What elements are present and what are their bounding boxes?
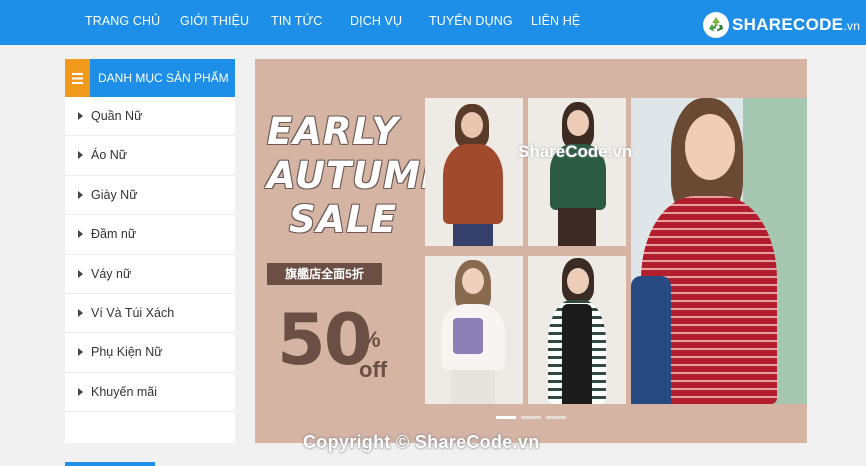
discount-number: 50 <box>277 299 372 381</box>
category-label: Áo Nữ <box>91 148 128 163</box>
category-item-pants[interactable]: Quần Nữ <box>65 97 235 137</box>
banner-heading-line3: SALE <box>289 198 398 241</box>
category-label: Giày Nữ <box>91 187 138 202</box>
category-label: Ví Và Túi Xách <box>91 305 175 320</box>
footer-watermark: Copyright © ShareCode.vn <box>303 432 540 452</box>
nav-careers[interactable]: TUYỂN DỤNG <box>429 14 513 28</box>
nav-contact[interactable]: LIÊN HỆ <box>531 14 580 28</box>
model-photo-white-top <box>425 256 523 404</box>
category-header: DANH MỤC SẢN PHẨM <box>65 59 235 97</box>
category-item-promotions[interactable]: Khuyến mãi <box>65 373 235 413</box>
slider-indicators <box>496 416 566 419</box>
category-item-shoes[interactable]: Giày Nữ <box>65 176 235 216</box>
slide-dot-3[interactable] <box>546 416 566 419</box>
site-logo[interactable]: SHARECODE.vn <box>703 8 863 41</box>
category-item-shirts[interactable]: Áo Nữ <box>65 136 235 176</box>
category-item-accessories[interactable]: Phụ Kiện Nữ <box>65 333 235 373</box>
slide-dot-1[interactable] <box>496 416 516 419</box>
category-label: Quần Nữ <box>91 109 143 123</box>
category-title: DANH MỤC SẢN PHẨM <box>98 71 229 85</box>
recycle-logo-icon <box>703 11 729 38</box>
model-photo-green-top <box>528 98 626 246</box>
category-label: Khuyến mãi <box>91 384 158 399</box>
discount-percent-sign: % <box>361 327 381 352</box>
nav-home[interactable]: TRANG CHỦ <box>85 14 160 28</box>
caret-right-icon <box>78 112 83 120</box>
nav-news[interactable]: TIN TỨC <box>271 14 322 28</box>
category-item-skirts[interactable]: Váy nữ <box>65 255 235 294</box>
model-photo-striped-top <box>528 256 626 404</box>
category-label: Váy nữ <box>91 266 132 281</box>
category-list: Quần Nữ Áo Nữ Giày Nữ Đầm nữ Váy nữ Ví V… <box>65 97 235 413</box>
top-navigation-bar: TRANG CHỦ GIỚI THIỆU TIN TỨC DỊCH VỤ TUY… <box>0 0 866 45</box>
nav-about[interactable]: GIỚI THIỆU <box>180 14 249 28</box>
logo-text: SHARECODE.vn <box>732 14 861 34</box>
list-icon <box>65 59 90 97</box>
category-label: Đầm nữ <box>91 227 137 242</box>
banner-heading-line1: EARLY <box>267 110 400 153</box>
category-item-dresses[interactable]: Đầm nữ <box>65 215 235 255</box>
product-category-sidebar: DANH MỤC SẢN PHẨM Quần Nữ Áo Nữ Giày Nữ … <box>65 59 235 443</box>
banner-store-text: 旗艦店全面5折 <box>267 263 382 285</box>
nav-services[interactable]: DỊCH VỤ <box>350 14 402 28</box>
caret-right-icon <box>78 348 83 357</box>
center-watermark: ShareCode.vn <box>518 142 633 161</box>
caret-right-icon <box>78 308 83 317</box>
category-label: Phụ Kiện Nữ <box>91 345 163 360</box>
category-item-bags[interactable]: Ví Và Túi Xách <box>65 294 235 334</box>
model-photo-rust-top <box>425 98 523 246</box>
promo-banner-slider[interactable]: EARLY AUTUMN SALE 旗艦店全面5折 50 % off <box>255 59 807 443</box>
caret-right-icon <box>78 151 83 160</box>
caret-right-icon <box>78 387 83 396</box>
caret-right-icon <box>78 269 83 278</box>
model-photo-red-striped <box>631 98 807 404</box>
section-accent-bar <box>65 462 155 466</box>
slide-dot-2[interactable] <box>521 416 541 419</box>
caret-right-icon <box>78 190 83 199</box>
caret-right-icon <box>78 230 83 239</box>
discount-off-label: off <box>359 357 388 382</box>
